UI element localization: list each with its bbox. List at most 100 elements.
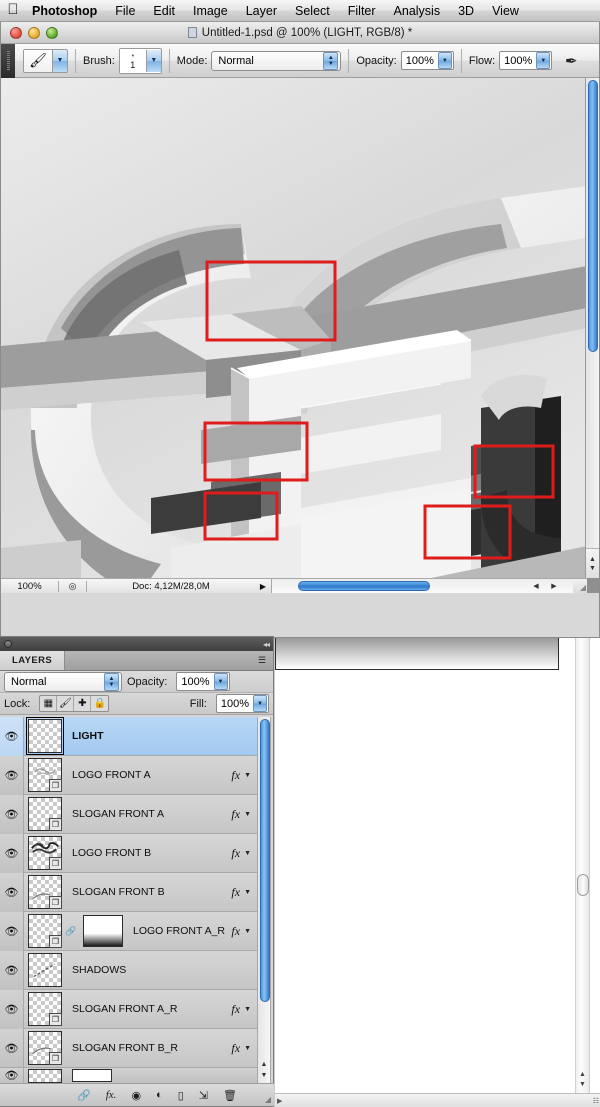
layer-mask-link-icon[interactable]: 🔗 [65,926,76,937]
new-group-icon[interactable]: ▯ [178,1089,184,1102]
layer-effects-icon[interactable]: fx [231,807,244,822]
menu-select[interactable]: Select [286,0,339,22]
canvas-horizontal-scrollbar[interactable]: ◀ ▶ [271,578,573,593]
preview-proxy-icon[interactable]: ◎ [59,580,87,592]
table-row[interactable]: 👁 [0,1067,258,1083]
layer-effects-icon[interactable]: fx [231,1041,244,1056]
table-row[interactable]: 👁 ❐ SLOGAN FRONT B fx ▼ [0,872,258,912]
panel-collapse-icon[interactable]: ◂◂ [263,640,270,649]
layer-visibility-icon[interactable]: 👁 [0,833,24,873]
layer-thumbnail[interactable] [28,1068,62,1083]
zoom-button[interactable] [46,26,58,39]
layer-effects-icon[interactable]: fx [231,846,244,861]
layer-effects-icon[interactable]: fx [231,768,244,783]
scroll-down-icon[interactable]: ▼ [589,565,596,572]
layer-thumbnail[interactable]: ❐ [28,914,62,948]
layer-opacity-field[interactable]: 100% ▼ [176,672,230,691]
canvas-hscroll-arrows[interactable]: ◀ ▶ [527,579,563,593]
menu-file[interactable]: File [106,0,144,22]
layers-scroll-arrows[interactable]: ▲ ▼ [258,1055,270,1085]
scroll-left-icon[interactable]: ◀ [533,582,538,590]
table-row[interactable]: 👁 ❐ LOGO FRONT A fx ▼ [0,755,258,795]
table-row[interactable]: 👁 ❐ SLOGAN FRONT B_R fx ▼ [0,1028,258,1068]
table-row[interactable]: 👁 LIGHT [0,717,258,756]
menu-layer[interactable]: Layer [237,0,286,22]
layer-effects-chevron-icon[interactable]: ▼ [244,772,258,779]
layers-panel-titlebar[interactable]: ◂◂ [0,637,273,651]
layer-effects-icon[interactable]: fx [231,885,244,900]
new-fill-adjustment-icon[interactable]: ◐ [156,1089,163,1101]
apple-menu-icon[interactable]:  [0,2,26,19]
add-layer-style-icon[interactable]: fx. [106,1089,117,1101]
layer-thumbnail[interactable]: ❐ [28,875,62,909]
layer-visibility-icon[interactable]: 👁 [0,911,24,951]
blend-mode-select[interactable]: Normal ▲ ▼ [211,50,342,71]
dock-scrollbar[interactable]: ▲ ▼ [575,638,590,1093]
window-resize-grip[interactable]: ◢ [573,578,587,593]
delete-layer-icon[interactable]: 🗑 [223,1089,237,1102]
dock-footer-arrow-icon[interactable]: ▶ [277,1097,282,1105]
layer-visibility-icon[interactable]: 👁 [0,717,24,756]
layer-effects-chevron-icon[interactable]: ▼ [244,1045,258,1052]
dock-scroll-arrows[interactable]: ▲ ▼ [576,1065,589,1093]
lock-all-icon[interactable]: 🔒 [91,696,108,711]
canvas-hscroll-thumb[interactable] [298,581,430,591]
flow-field[interactable]: 100% ▼ [499,51,553,70]
layer-list[interactable]: 👁 LIGHT 👁 ❐ LOGO FRONT A fx ▼ 👁 ❐ SLOGAN… [0,717,258,1085]
scroll-down-icon[interactable]: ▼ [579,1081,586,1088]
layer-visibility-icon[interactable]: 👁 [0,872,24,912]
canvas-vscroll-arrows[interactable]: ▲ ▼ [586,548,599,578]
layer-effects-chevron-icon[interactable]: ▼ [244,889,258,896]
scroll-up-icon[interactable]: ▲ [261,1061,268,1068]
menu-photoshop[interactable]: Photoshop [26,0,106,22]
opacity-chevron-icon[interactable]: ▼ [437,52,452,69]
add-layer-mask-icon[interactable]: ◉ [131,1089,141,1102]
layer-visibility-icon[interactable]: 👁 [0,755,24,795]
layer-thumbnail[interactable]: ❐ [28,992,62,1026]
layer-thumbnail[interactable] [26,717,64,755]
canvas-vertical-scrollbar[interactable]: ▲ ▼ [585,78,599,578]
status-menu-arrow-icon[interactable]: ▶ [255,582,271,591]
panel-resize-grip[interactable]: ◢ [265,1095,271,1104]
opacity-field[interactable]: 100% ▼ [400,51,454,70]
menu-view[interactable]: View [483,0,528,22]
layer-blend-mode-select[interactable]: Normal ▲ ▼ [4,671,122,692]
tab-layers[interactable]: LAYERS [0,651,66,670]
canvas-vscroll-thumb[interactable] [588,80,598,352]
layer-thumbnail[interactable]: ❐ [28,797,62,831]
brush-preset-chevron-icon[interactable]: ▼ [52,49,67,72]
layer-mask-thumbnail[interactable] [72,1069,112,1082]
layers-panel-scrollbar[interactable]: ▲ ▼ [257,717,271,1085]
menu-analysis[interactable]: Analysis [385,0,450,22]
layer-visibility-icon[interactable]: 👁 [0,1068,24,1083]
panel-close-icon[interactable] [4,640,12,648]
menu-edit[interactable]: Edit [144,0,184,22]
layer-visibility-icon[interactable]: 👁 [0,950,24,990]
close-button[interactable] [10,26,22,39]
layer-thumbnail[interactable]: ❐ [28,836,62,870]
table-row[interactable]: 👁 ❐ SLOGAN FRONT A_R fx ▼ [0,989,258,1029]
dock-scroll-thumb[interactable] [577,874,589,896]
layers-scroll-thumb[interactable] [260,719,270,1002]
link-layers-icon[interactable]: 🔗 [77,1089,91,1102]
lock-image-pixels-icon[interactable]: 🖌 [57,696,75,711]
lock-transparent-pixels-icon[interactable]: ▦ [40,696,58,711]
brush-size-well[interactable]: • 1 ▼ [118,47,162,74]
layer-effects-chevron-icon[interactable]: ▼ [244,1006,258,1013]
layer-visibility-icon[interactable]: 👁 [0,794,24,834]
table-row[interactable]: 👁 SHADOWS [0,950,258,990]
scroll-down-icon[interactable]: ▼ [261,1072,268,1079]
table-row[interactable]: 👁 ❐ 🔗 LOGO FRONT A_R fx ▼ [0,911,258,951]
scroll-up-icon[interactable]: ▲ [589,556,596,563]
blend-mode-stepper-icon[interactable]: ▲ ▼ [323,51,339,70]
layer-fill-field[interactable]: 100% ▼ [215,694,269,713]
options-bar-gripper[interactable] [1,43,15,78]
brush-preset-well[interactable]: 🖌 ▼ [23,48,68,73]
menu-3d[interactable]: 3D [449,0,483,22]
layer-effects-chevron-icon[interactable]: ▼ [244,850,258,857]
layer-effects-chevron-icon[interactable]: ▼ [244,811,258,818]
dock-resize-grip[interactable]: ☷ [593,1097,599,1105]
layer-fill-chevron-icon[interactable]: ▼ [253,695,267,712]
airbrush-icon[interactable]: ✒ [558,49,584,73]
flow-chevron-icon[interactable]: ▼ [536,52,551,69]
